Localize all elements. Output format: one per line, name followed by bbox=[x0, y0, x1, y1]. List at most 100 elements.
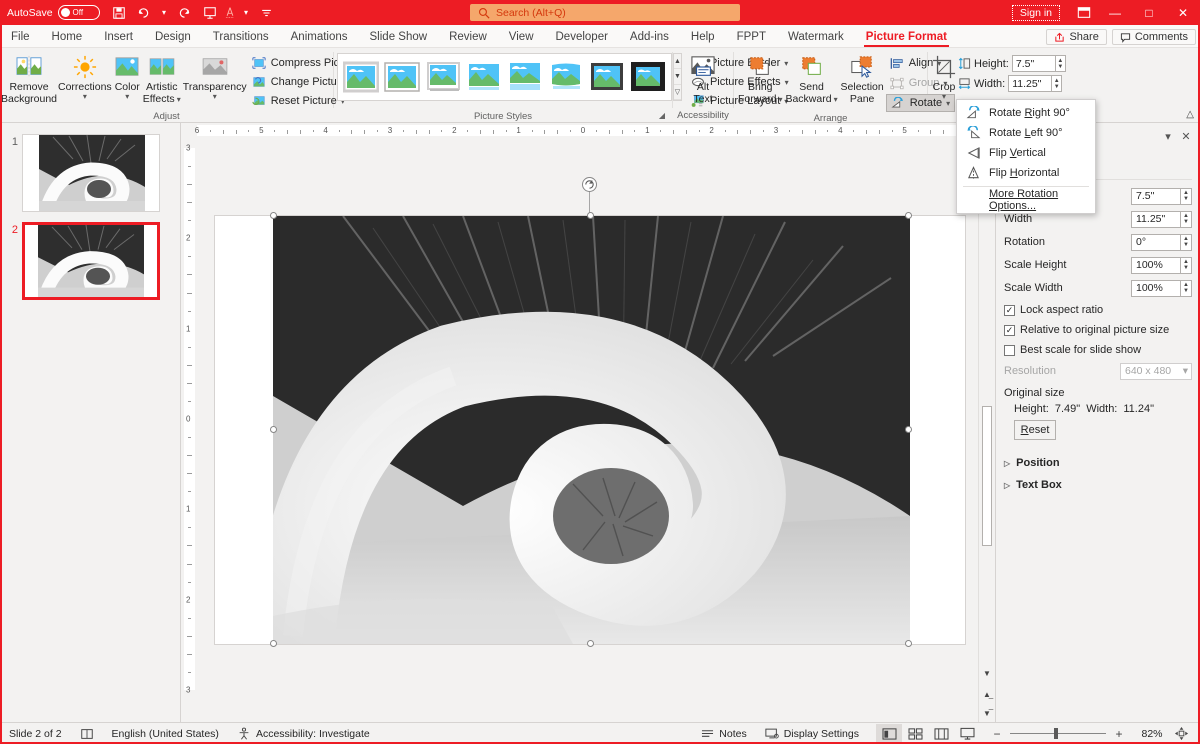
chevron-down-icon[interactable]: ▾ bbox=[125, 93, 129, 100]
scrollbar-thumb[interactable] bbox=[982, 406, 992, 546]
maximize-button[interactable]: □ bbox=[1132, 0, 1166, 25]
collapse-ribbon-icon[interactable]: △ bbox=[1186, 109, 1194, 120]
chevron-down-icon[interactable]: ▾ bbox=[83, 93, 87, 100]
resize-handle-s[interactable] bbox=[587, 640, 594, 647]
picture-style-8[interactable] bbox=[630, 60, 666, 94]
scroll-down-icon[interactable]: ▼ bbox=[979, 666, 995, 680]
zoom-in-button[interactable]: + bbox=[1106, 724, 1132, 744]
tab-animations[interactable]: Animations bbox=[280, 29, 359, 47]
tab-review[interactable]: Review bbox=[438, 29, 498, 47]
picture-style-2[interactable] bbox=[384, 60, 420, 94]
tab-design[interactable]: Design bbox=[144, 29, 202, 47]
picture-styles-dialog-launcher[interactable]: ◢ bbox=[659, 109, 665, 122]
minimize-button[interactable]: — bbox=[1098, 0, 1132, 25]
tab-fppt[interactable]: FPPT bbox=[726, 29, 777, 47]
remove-background-button[interactable]: Remove Background bbox=[3, 51, 55, 107]
menu-item-rotate-left-90[interactable]: Rotate Left 90° bbox=[957, 123, 1095, 143]
pane-rotation-spinner[interactable]: 0° ▲▼ bbox=[1131, 234, 1192, 251]
pane-height-spin-arrows[interactable]: ▲▼ bbox=[1181, 188, 1192, 205]
tab-help[interactable]: Help bbox=[680, 29, 726, 47]
text-box-section-header[interactable]: ▷ Text Box bbox=[996, 474, 1200, 496]
tab-add-ins[interactable]: Add-ins bbox=[619, 29, 680, 47]
lock-aspect-ratio-checkbox[interactable]: ✓ Lock aspect ratio bbox=[996, 301, 1200, 319]
corrections-button[interactable]: Corrections ▾ bbox=[57, 51, 113, 102]
vertical-ruler[interactable]: 3210123 bbox=[182, 138, 197, 700]
width-input[interactable]: 11.25" bbox=[1008, 75, 1052, 92]
rotation-handle[interactable] bbox=[582, 177, 597, 192]
autosave-toggle[interactable]: Off bbox=[58, 5, 100, 20]
picture-style-3[interactable] bbox=[425, 60, 461, 94]
pane-rotation-input[interactable]: 0° bbox=[1131, 234, 1181, 251]
undo-icon[interactable] bbox=[133, 2, 155, 23]
resize-handle-nw[interactable] bbox=[270, 212, 277, 219]
display-settings-button[interactable]: Display Settings bbox=[756, 723, 868, 744]
sign-in-button[interactable]: Sign in bbox=[1012, 5, 1060, 21]
pane-width-spin-arrows[interactable]: ▲▼ bbox=[1181, 211, 1192, 228]
ribbon-display-options-icon[interactable] bbox=[1070, 6, 1098, 19]
save-icon[interactable] bbox=[108, 2, 130, 23]
customize-qat-icon[interactable] bbox=[256, 2, 278, 23]
color-button[interactable]: Color ▾ bbox=[114, 51, 141, 102]
pane-scale-width-spin-arrows[interactable]: ▲▼ bbox=[1181, 280, 1192, 297]
touch-mode-icon[interactable] bbox=[224, 2, 237, 23]
pane-scale-width-spinner[interactable]: 100% ▲▼ bbox=[1131, 280, 1192, 297]
canvas-vertical-scrollbar[interactable]: ▲ ▼ ▲̲ ▼̅ bbox=[978, 138, 995, 722]
zoom-knob[interactable] bbox=[1054, 728, 1058, 739]
search-input[interactable]: Search (Alt+Q) bbox=[470, 4, 740, 21]
tab-watermark[interactable]: Watermark bbox=[777, 29, 855, 47]
slide-thumbnail-1[interactable]: 1 bbox=[0, 129, 180, 217]
tab-view[interactable]: View bbox=[498, 29, 545, 47]
resize-handle-n[interactable] bbox=[587, 212, 594, 219]
close-button[interactable]: ✕ bbox=[1166, 0, 1200, 25]
zoom-level[interactable]: 82% bbox=[1136, 728, 1168, 740]
pane-scale-height-spin-arrows[interactable]: ▲▼ bbox=[1181, 257, 1192, 274]
picture-style-7[interactable] bbox=[589, 60, 625, 94]
horizontal-ruler[interactable]: 6543210123456 bbox=[181, 123, 977, 138]
language-indicator[interactable]: English (United States) bbox=[103, 723, 228, 744]
pane-height-input[interactable]: 7.5" bbox=[1131, 188, 1181, 205]
menu-item-flip-horizontal[interactable]: Flip Horizontal bbox=[957, 163, 1095, 183]
slide-preview[interactable] bbox=[22, 134, 160, 212]
zoom-out-button[interactable]: − bbox=[984, 724, 1010, 744]
picture-style-6[interactable] bbox=[548, 60, 584, 94]
picture-style-5[interactable] bbox=[507, 60, 543, 94]
tab-transitions[interactable]: Transitions bbox=[202, 29, 280, 47]
autosave-control[interactable]: AutoSave Off bbox=[0, 5, 100, 20]
selected-picture[interactable] bbox=[273, 216, 910, 644]
slide-surface[interactable] bbox=[215, 216, 965, 644]
menu-item-more-rotation-options[interactable]: More Rotation Options... bbox=[957, 190, 1095, 210]
chevron-down-icon[interactable]: ▾ bbox=[1159, 130, 1177, 143]
tab-file[interactable]: File bbox=[0, 29, 41, 47]
send-backward-button[interactable]: Send Backward ▾ bbox=[785, 51, 839, 107]
chevron-down-icon[interactable]: ▾ bbox=[779, 96, 783, 103]
pane-scale-width-input[interactable]: 100% bbox=[1131, 280, 1181, 297]
picture-style-4[interactable] bbox=[466, 60, 502, 94]
tab-picture-format[interactable]: Picture Format bbox=[855, 29, 958, 47]
resize-handle-sw[interactable] bbox=[270, 640, 277, 647]
zoom-track[interactable] bbox=[1010, 733, 1106, 734]
width-spinner[interactable]: 11.25" ▲▼ bbox=[1008, 75, 1062, 92]
next-slide-icon[interactable]: ▼̅ bbox=[979, 706, 995, 720]
undo-dropdown-icon[interactable]: ▾ bbox=[158, 2, 171, 23]
touch-mode-dropdown-icon[interactable]: ▾ bbox=[240, 2, 253, 23]
resize-handle-e[interactable] bbox=[905, 426, 912, 433]
previous-slide-icon[interactable]: ▲̲ bbox=[979, 687, 995, 701]
tab-insert[interactable]: Insert bbox=[93, 29, 144, 47]
close-icon[interactable]: ✕ bbox=[1177, 130, 1195, 143]
accessibility-status[interactable]: Accessibility: Investigate bbox=[228, 723, 379, 744]
reading-view-button[interactable] bbox=[928, 724, 954, 744]
slide-canvas[interactable]: 6543210123456 3210123 bbox=[181, 123, 995, 722]
chevron-down-icon[interactable]: ▾ bbox=[213, 93, 217, 100]
start-presentation-icon[interactable] bbox=[199, 2, 221, 23]
picture-style-1[interactable] bbox=[343, 60, 379, 94]
spelling-icon[interactable] bbox=[71, 723, 103, 744]
resize-handle-se[interactable] bbox=[905, 640, 912, 647]
pane-rotation-spin-arrows[interactable]: ▲▼ bbox=[1181, 234, 1192, 251]
zoom-slider[interactable]: − + bbox=[984, 724, 1132, 744]
resize-handle-w[interactable] bbox=[270, 426, 277, 433]
artistic-effects-button[interactable]: Artistic Effects ▾ bbox=[142, 51, 182, 107]
height-spinner[interactable]: 7.5" ▲▼ bbox=[1012, 55, 1066, 72]
slide-counter[interactable]: Slide 2 of 2 bbox=[0, 723, 71, 744]
fit-to-window-icon[interactable] bbox=[1168, 724, 1194, 744]
crop-button[interactable]: Crop ▾ bbox=[931, 51, 957, 102]
